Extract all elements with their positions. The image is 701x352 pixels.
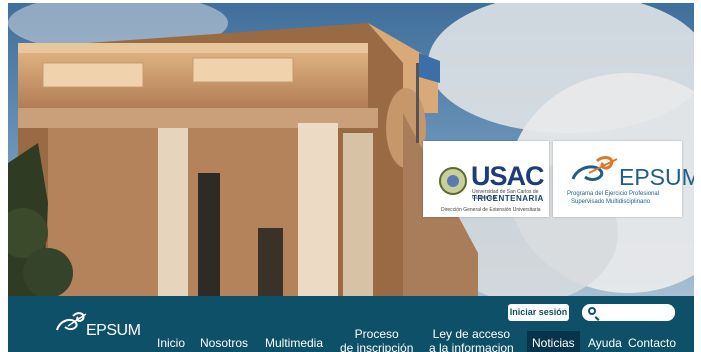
- epsum-logo[interactable]: EPSUM Programa del Ejercicio Profesional…: [553, 141, 694, 217]
- usac-logo-department: Dirección General de Extensión Universit…: [441, 207, 541, 213]
- usac-logo[interactable]: USAC Universidad de San Carlos de Guatem…: [423, 141, 549, 217]
- nav-item-label: Nosotros: [200, 336, 249, 350]
- usac-logo-word: USAC: [471, 161, 545, 191]
- nav-item-ayuda[interactable]: Ayuda: [588, 336, 622, 350]
- nav-item-label-line1: Proceso: [354, 327, 399, 341]
- login-button[interactable]: Iniciar sesión: [508, 304, 569, 321]
- navbar-logo-icon: [56, 312, 87, 331]
- nav-item-label-line2: de inscripción: [340, 341, 414, 352]
- page-frame: USAC Universidad de San Carlos de Guatem…: [8, 3, 694, 352]
- nav-item-label-line2: a la informacion: [429, 341, 514, 352]
- nav-item-label: Noticias: [532, 336, 575, 350]
- search-input[interactable]: [600, 306, 670, 319]
- nav-item-label: Ayuda: [588, 336, 622, 350]
- epsum-mark-icon: [571, 156, 618, 181]
- nav-item-multimedia[interactable]: Multimedia: [265, 336, 323, 350]
- nav-item-proceso-inscripcion[interactable]: Proceso de inscripción: [340, 327, 413, 352]
- usac-logo-tricentenaria: TRICENTENARIA: [472, 194, 544, 203]
- search-icon: [588, 307, 596, 315]
- nav-item-label: Contacto: [628, 336, 677, 350]
- epsum-logo-line2: Supervisado Multidisciplinario: [571, 199, 651, 205]
- hero-banner: USAC Universidad de San Carlos de Guatem…: [8, 3, 694, 296]
- nav-item-nosotros[interactable]: Nosotros: [200, 336, 248, 350]
- epsum-logo-line1: Programa del Ejercicio Profesional: [567, 191, 660, 197]
- epsum-logo-word: EPSUM: [619, 164, 694, 190]
- nav-item-contacto[interactable]: Contacto: [628, 336, 676, 350]
- usac-seal-icon: [439, 167, 467, 195]
- nav-item-noticias[interactable]: Noticias: [527, 331, 580, 352]
- search-box[interactable]: [582, 304, 675, 321]
- nav-item-ley-acceso[interactable]: Ley de acceso a la informacion: [429, 327, 514, 352]
- nav-item-label-line1: Ley de acceso: [432, 327, 511, 341]
- navbar-logo[interactable]: EPSUM: [54, 306, 154, 342]
- main-navbar: EPSUM Iniciar sesión Inicio Nosotros Mul…: [8, 296, 694, 352]
- nav-item-inicio[interactable]: Inicio: [157, 336, 185, 350]
- nav-item-label: Inicio: [157, 336, 186, 350]
- nav-item-label: Multimedia: [265, 336, 324, 350]
- navbar-logo-text: EPSUM: [86, 322, 141, 339]
